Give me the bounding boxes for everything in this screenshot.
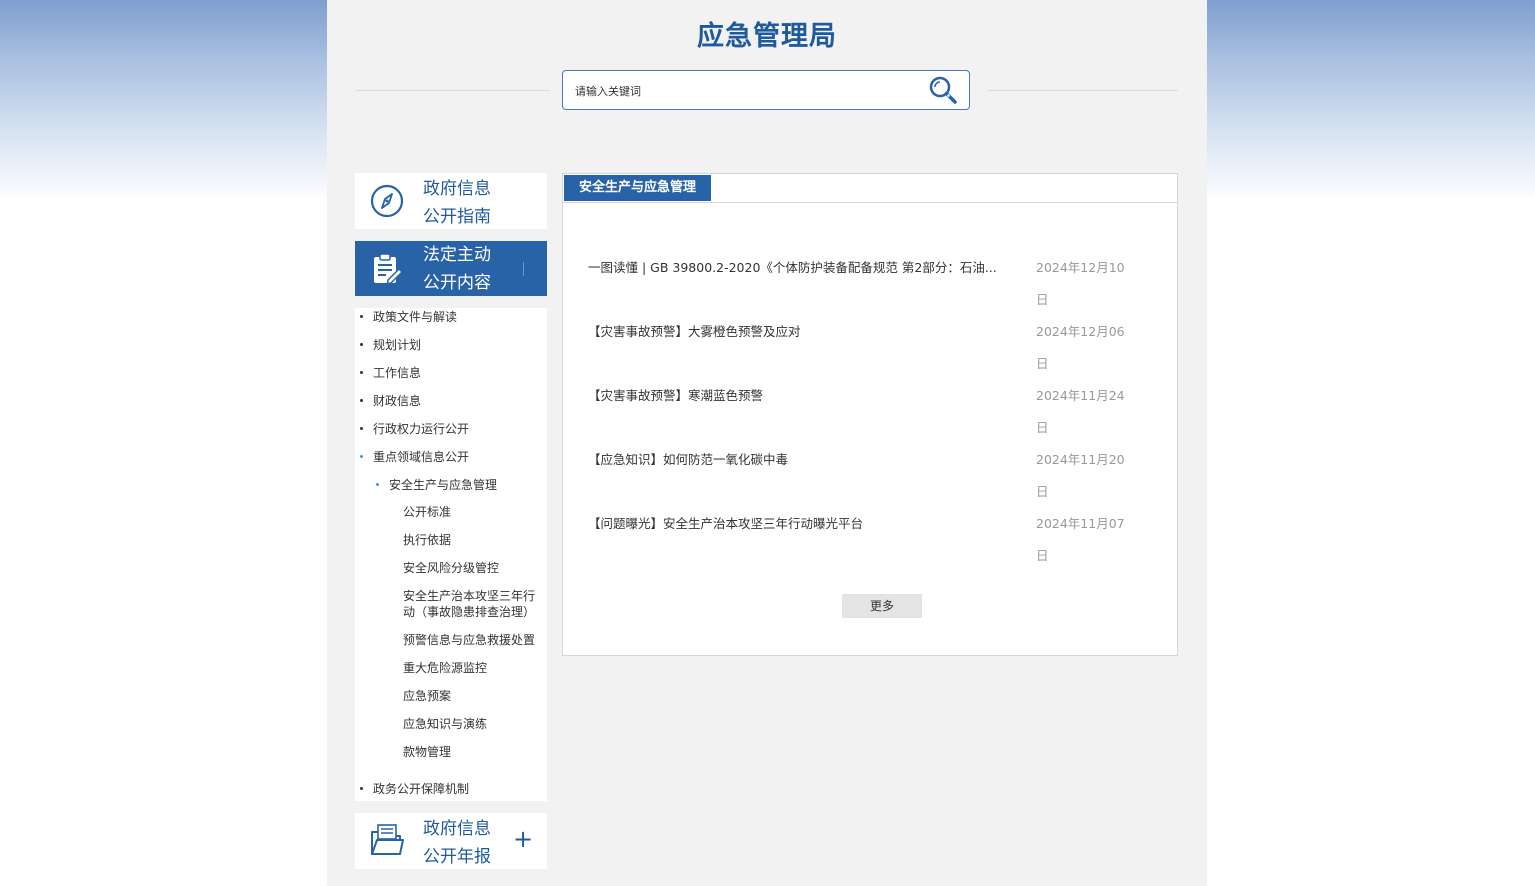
search-input[interactable] [573,80,917,102]
news-date: 2024年12月06日 [1036,324,1125,371]
sidebar-item-finance[interactable]: 财政信息 [360,392,421,409]
search-box [562,70,970,110]
news-item: 【灾害事故预警】大雾橙色预警及应对 2024年12月06日 [588,323,1148,387]
news-title-link[interactable]: 【问题曝光】安全生产治本攻坚三年行动曝光平台 [588,515,1000,533]
tab-underline [563,202,1177,203]
sub-item-three-year-action[interactable]: 安全生产治本攻坚三年行动（事故隐患排查治理） [403,588,545,620]
expand-plus-icon[interactable]: + [513,827,533,851]
news-title-link[interactable]: 【灾害事故预警】寒潮蓝色预警 [588,387,1000,405]
header-divider-right [987,90,1178,91]
news-item: 一图读懂 | GB 39800.2-2020《个体防护装备配备规范 第2部分：石… [588,259,1148,323]
annual-report-card[interactable]: 政府信息 公开年报 + [355,813,547,869]
guide-card-label: 政府信息 公开指南 [423,179,491,227]
search-icon[interactable] [928,75,958,105]
news-date: 2024年11月24日 [1036,388,1125,435]
news-item: 【应急知识】如何防范一氧化碳中毒 2024年11月20日 [588,451,1148,515]
sidebar-item-admin-power[interactable]: 行政权力运行公开 [360,420,469,437]
news-date: 2024年11月07日 [1036,516,1125,563]
gov-info-guide-card[interactable]: 政府信息 公开指南 [355,173,547,229]
sub-item-drills[interactable]: 应急知识与演练 [403,716,545,732]
sub-item-standards[interactable]: 公开标准 [403,504,545,520]
clipboard-edit-icon [374,253,404,285]
news-item: 【灾害事故预警】寒潮蓝色预警 2024年11月24日 [588,387,1148,451]
sidebar-item-safety-emergency[interactable]: 安全生产与应急管理 [376,476,497,493]
news-title-link[interactable]: 【应急知识】如何防范一氧化碳中毒 [588,451,1000,469]
sidebar-item-planning[interactable]: 规划计划 [360,336,421,353]
compass-icon [370,184,404,218]
news-panel: 安全生产与应急管理 一图读懂 | GB 39800.2-2020《个体防护装备配… [562,173,1178,656]
site-title: 应急管理局 [697,21,837,52]
sub-item-warning-rescue[interactable]: 预警信息与应急救援处置 [403,632,545,648]
sidebar-item-work-info[interactable]: 工作信息 [360,364,421,381]
active-card-label: 法定主动 公开内容 [423,245,491,293]
news-date: 2024年11月20日 [1036,452,1125,499]
sidebar-item-key-areas[interactable]: 重点领域信息公开 [360,448,469,465]
header-divider-left [355,90,550,91]
news-title-link[interactable]: 一图读懂 | GB 39800.2-2020《个体防护装备配备规范 第2部分：石… [588,259,1000,277]
sidebar-item-policy[interactable]: 政策文件与解读 [360,308,457,325]
news-item: 【问题曝光】安全生产治本攻坚三年行动曝光平台 2024年11月07日 [588,515,1148,579]
sub-item-risk-control[interactable]: 安全风险分级管控 [403,560,545,576]
statutory-disclosure-card[interactable]: 法定主动 公开内容 [355,241,547,296]
report-card-label: 政府信息 公开年报 [423,819,491,867]
sub-item-hazard-monitor[interactable]: 重大危险源监控 [403,660,545,676]
tab-safety-emergency[interactable]: 安全生产与应急管理 [564,175,712,201]
news-date: 2024年12月10日 [1036,260,1125,307]
page-container: 应急管理局 政府信息 公开指南 [327,0,1207,886]
sub-item-basis[interactable]: 执行依据 [403,532,545,548]
sidebar-item-guarantee[interactable]: 政务公开保障机制 [360,780,469,797]
more-button[interactable]: 更多 [842,594,922,618]
folder-document-icon [371,824,404,855]
sidebar-nav-list: 政策文件与解读 规划计划 工作信息 财政信息 行政权力运行公开 重点领域信息公开… [355,308,547,801]
sub-item-funds[interactable]: 款物管理 [403,744,545,760]
sub-item-emergency-plan[interactable]: 应急预案 [403,688,545,704]
news-title-link[interactable]: 【灾害事故预警】大雾橙色预警及应对 [588,323,1000,341]
card-divider [523,262,524,276]
